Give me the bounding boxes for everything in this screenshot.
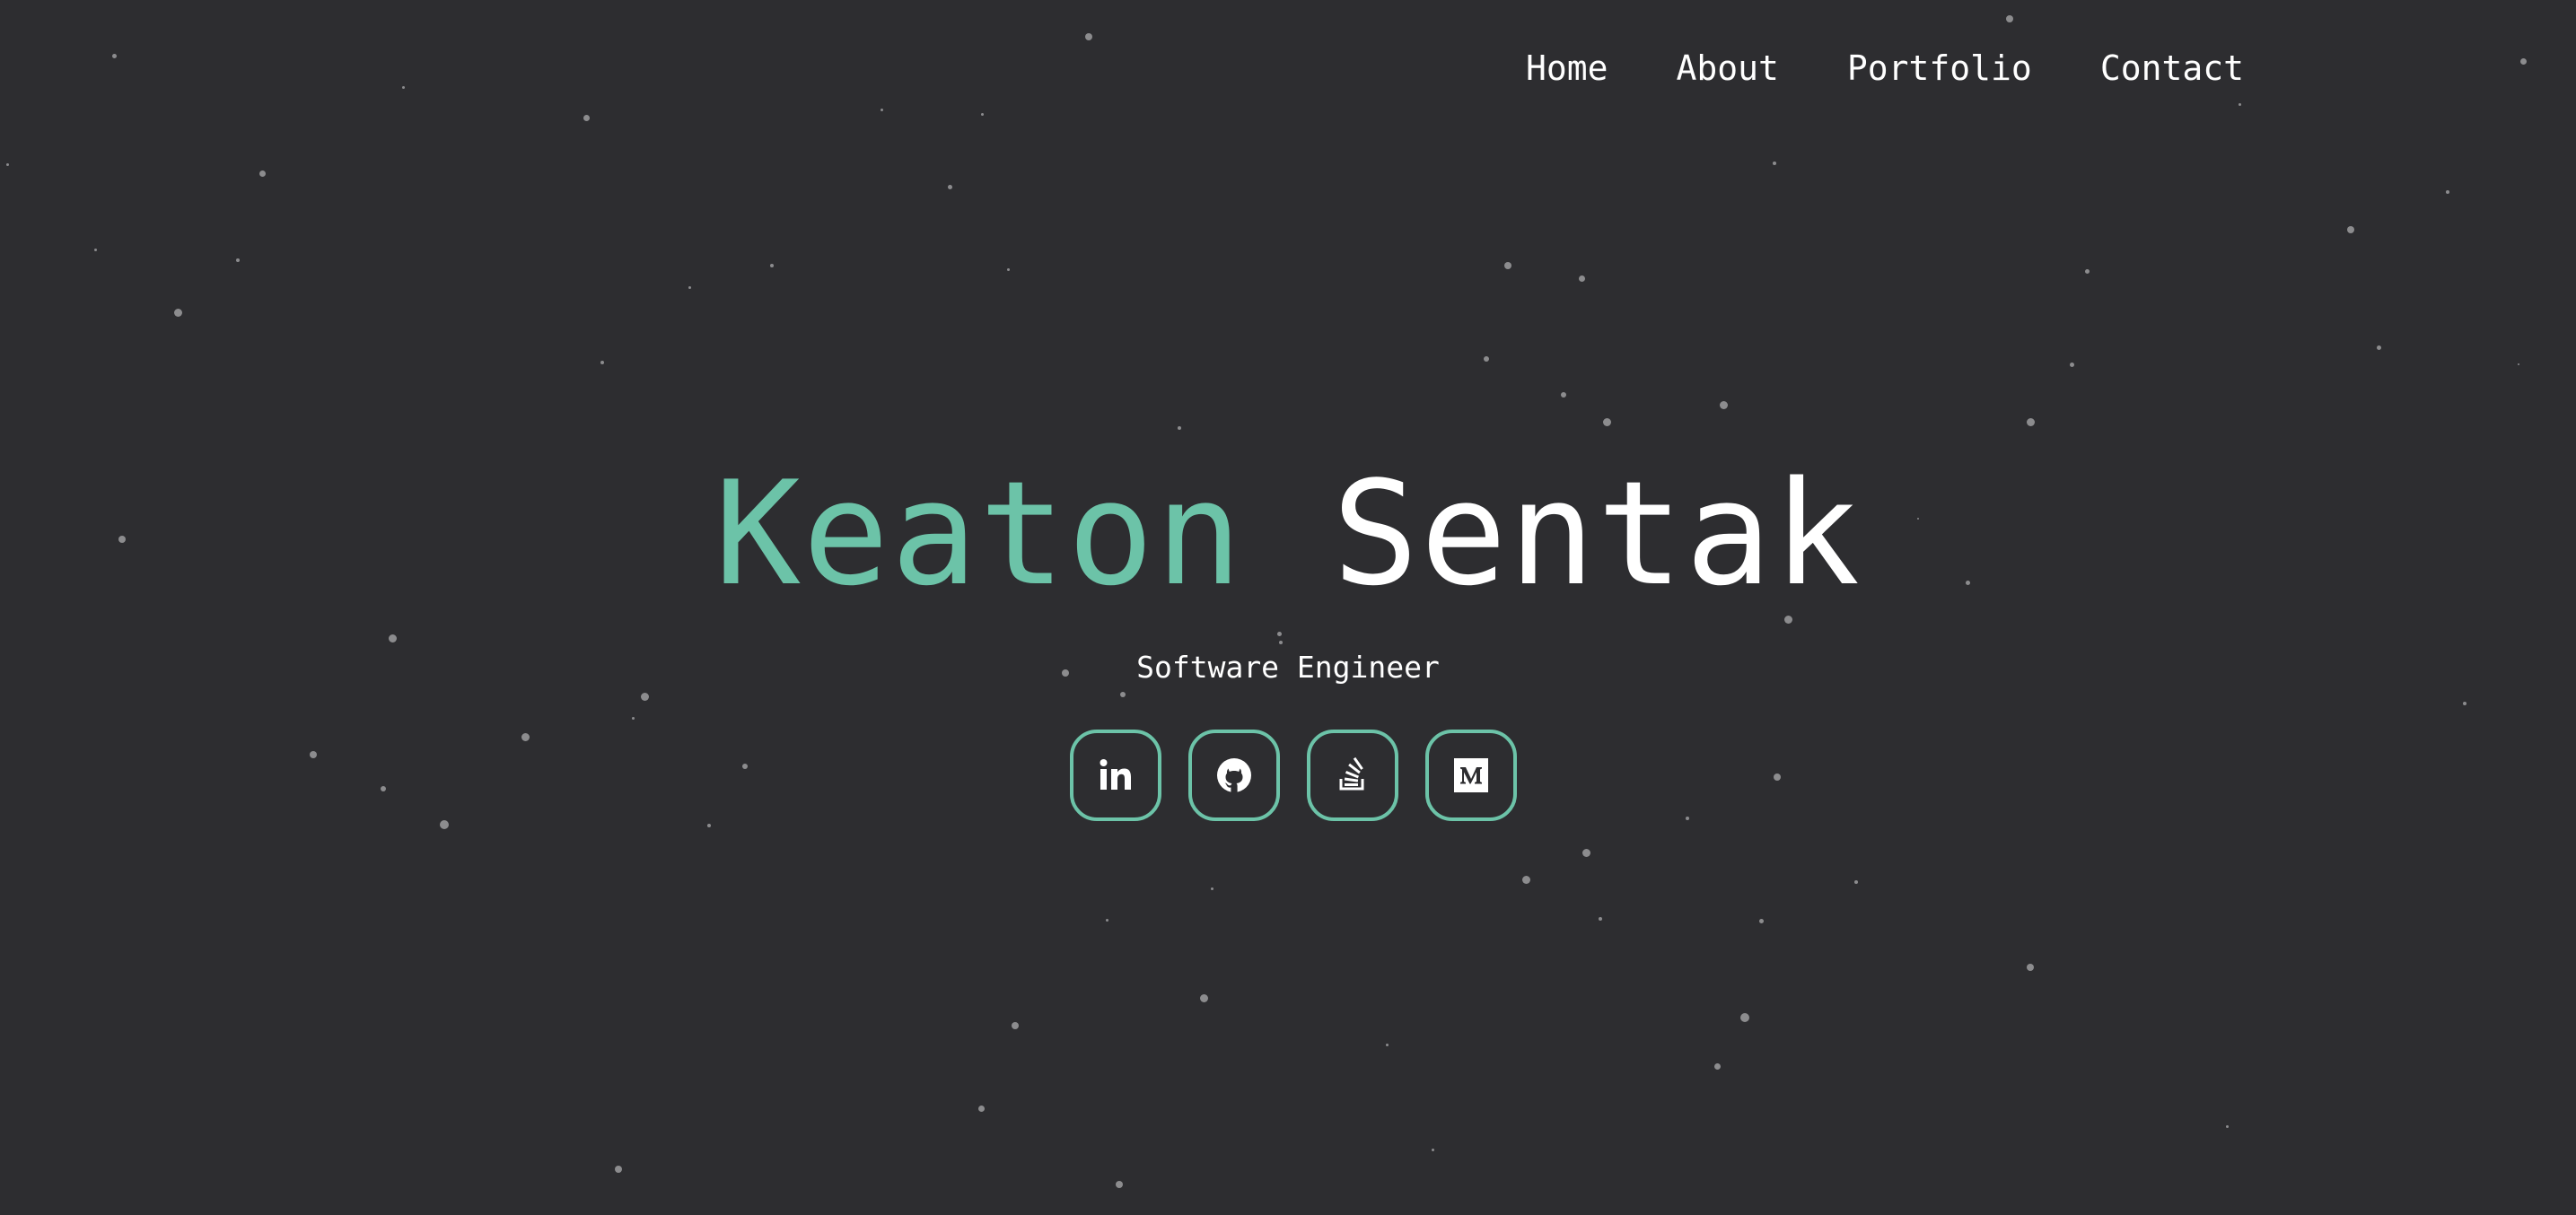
particle-dot <box>1758 918 1764 923</box>
nav-contact-link[interactable]: Contact <box>2100 47 2244 90</box>
github-button[interactable] <box>1188 730 1280 821</box>
particle-dot <box>1854 880 1858 884</box>
particle-dot <box>640 692 649 701</box>
particle-dot <box>173 308 182 317</box>
particle-dot <box>1504 262 1511 269</box>
particle-dot <box>600 361 604 364</box>
particle-dot <box>1719 400 1728 409</box>
particle-dot <box>707 824 711 827</box>
particle-dot <box>1105 918 1108 922</box>
particle-dot <box>1773 162 1776 165</box>
particle-dot <box>93 248 97 251</box>
particle-dot <box>1120 692 1126 697</box>
particle-dot <box>1210 887 1214 890</box>
particle-dot <box>2006 15 2013 22</box>
particle-dot <box>236 258 240 262</box>
particle-dot <box>5 162 9 166</box>
particle-dot <box>258 170 266 177</box>
particle-dot <box>688 285 691 289</box>
particle-dot <box>1085 33 1092 40</box>
particle-dot <box>742 764 748 769</box>
linkedin-icon <box>1098 757 1134 793</box>
hero-section: Keaton Sentak Software Engineer <box>0 449 2576 686</box>
social-links <box>1070 730 1517 821</box>
particle-dot <box>880 108 883 111</box>
job-title: Software Engineer <box>1136 650 1440 685</box>
nav-about-link[interactable]: About <box>1677 47 1779 90</box>
particle-dot <box>947 184 952 189</box>
particle-dot <box>1521 875 1530 884</box>
particle-dot <box>2463 702 2466 705</box>
stackoverflow-icon <box>1335 757 1371 793</box>
particle-dot <box>2347 226 2354 233</box>
top-nav: Home About Portfolio Contact <box>1526 47 2244 90</box>
linkedin-button[interactable] <box>1070 730 1161 821</box>
medium-button[interactable] <box>1425 730 1517 821</box>
particle-dot <box>1484 356 1489 362</box>
nav-home-link[interactable]: Home <box>1526 47 1608 90</box>
particle-dot <box>2225 1124 2229 1128</box>
particle-dot <box>1740 1013 1749 1022</box>
hero-name: Keaton Sentak <box>0 449 2576 619</box>
particle-dot <box>1686 817 1689 820</box>
particle-dot <box>2084 268 2090 274</box>
particle-dot <box>1012 1022 1019 1029</box>
last-name: Sentak <box>1332 450 1862 617</box>
hero-page: Home About Portfolio Contact Keaton Sent… <box>0 0 2576 1215</box>
particle-dot <box>615 1166 622 1173</box>
particle-dot <box>381 786 386 791</box>
particle-dot <box>1602 417 1611 426</box>
particle-dot <box>440 820 449 829</box>
github-icon <box>1215 756 1253 794</box>
particle-dot <box>111 53 117 58</box>
particle-dot <box>1578 275 1585 282</box>
particle-dot <box>1006 267 1010 271</box>
particle-dot <box>2446 190 2449 194</box>
particle-dot <box>1199 993 1208 1002</box>
first-name: Keaton <box>714 450 1244 617</box>
particle-dot <box>2026 417 2035 426</box>
particle-dot <box>2376 345 2381 350</box>
particle-dot <box>1599 917 1602 921</box>
particle-dot <box>1561 392 1566 398</box>
particle-dot <box>401 85 405 89</box>
particle-dot <box>1774 774 1781 781</box>
particle-dot <box>2519 57 2527 65</box>
particle-dot <box>310 751 317 758</box>
particle-dot <box>980 112 984 116</box>
particle-dot <box>631 716 635 720</box>
particle-dot <box>583 114 590 121</box>
particle-dot <box>1713 1062 1721 1070</box>
particle-dot <box>977 1105 985 1112</box>
particle-dot <box>1178 426 1181 430</box>
particle-dot <box>2238 102 2241 106</box>
particle-dot <box>2069 362 2074 367</box>
particle-dot <box>1116 1181 1123 1188</box>
particle-dot <box>521 732 530 741</box>
particle-dot <box>2027 964 2034 971</box>
particle-dot <box>770 264 774 267</box>
particle-dot <box>1385 1043 1389 1046</box>
nav-portfolio-link[interactable]: Portfolio <box>1847 47 2032 90</box>
stackoverflow-button[interactable] <box>1307 730 1398 821</box>
particle-dot <box>1582 848 1590 857</box>
particle-dot <box>2518 363 2519 365</box>
particle-dot <box>1431 1148 1434 1151</box>
medium-icon <box>1454 758 1488 792</box>
